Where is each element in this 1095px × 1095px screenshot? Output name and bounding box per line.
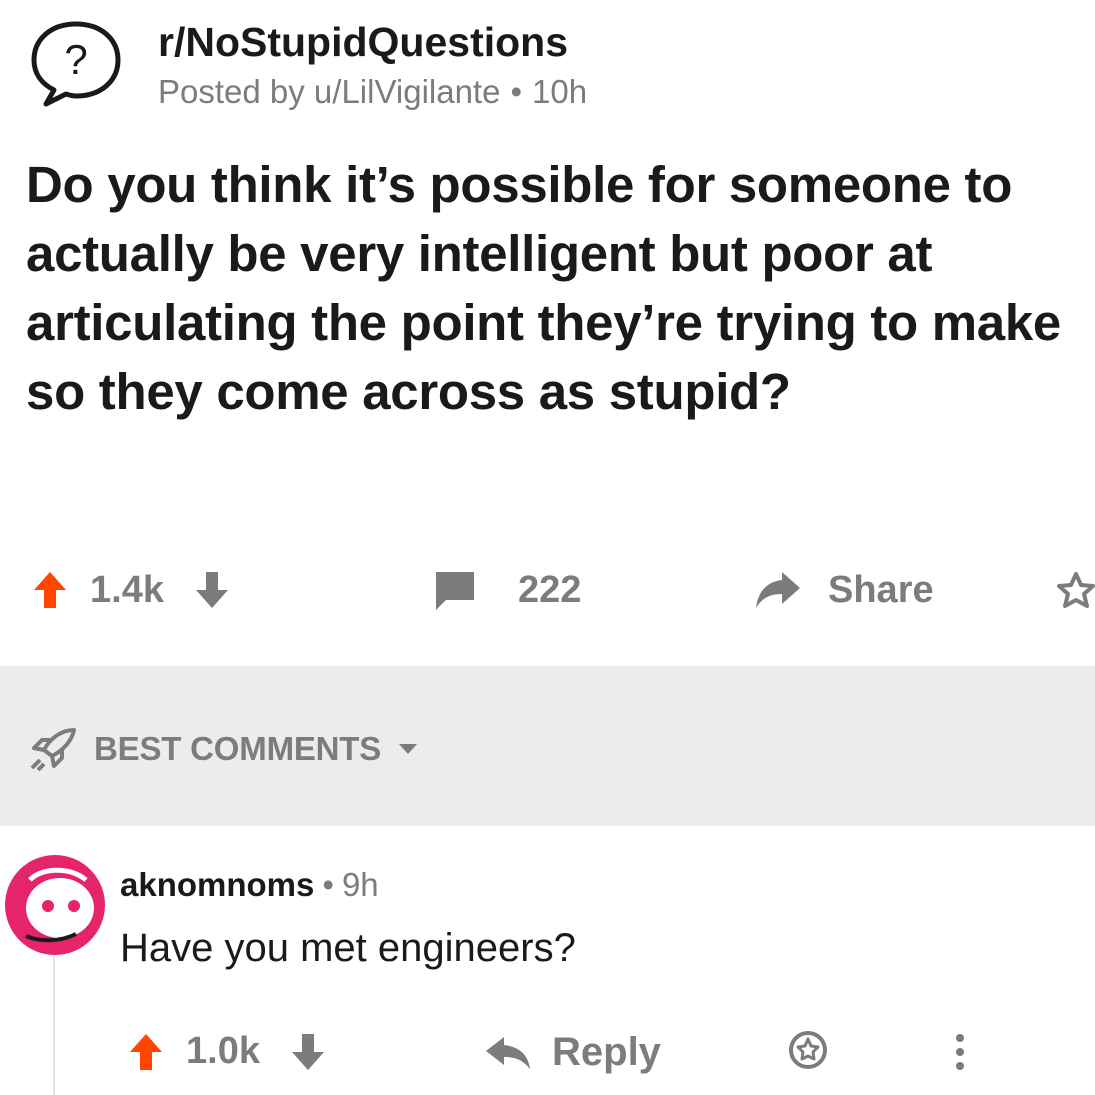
comment-count: 222 xyxy=(518,568,582,611)
post-vote-count: 1.4k xyxy=(90,568,164,611)
post-age: 10h xyxy=(532,73,588,110)
comment-age: 9h xyxy=(341,866,379,903)
meta-dot: • xyxy=(510,73,523,110)
subreddit-name[interactable]: r/NoStupidQuestions xyxy=(158,22,587,63)
comment-vote-count: 1.0k xyxy=(186,1030,260,1072)
avatar[interactable] xyxy=(0,850,110,960)
sort-label: BEST COMMENTS xyxy=(94,730,382,767)
question-bubble-icon[interactable]: ? xyxy=(26,18,126,108)
upvote-arrow-icon[interactable] xyxy=(32,570,68,610)
comment-sort-dropdown[interactable]: BEST COMMENTS xyxy=(28,726,419,772)
comment-vote-group: 1.0k xyxy=(128,1030,326,1073)
award-button[interactable] xyxy=(1056,570,1095,610)
comment-actions-bar: 1.0k Reply xyxy=(0,1022,1095,1082)
comment-body: Have you met engineers? xyxy=(120,926,576,970)
share-arrow-icon xyxy=(756,572,800,608)
caret-down-icon xyxy=(399,744,418,754)
rocket-icon xyxy=(30,728,76,772)
post-title[interactable]: Do you think it’s possible for someone t… xyxy=(26,150,1086,426)
comment: aknomnoms • 9h Have you met engineers? 1.0… xyxy=(0,826,1095,1095)
more-options-button[interactable] xyxy=(950,1030,970,1074)
svg-text:?: ? xyxy=(64,36,87,83)
comments-button[interactable]: 222 xyxy=(432,568,581,612)
downvote-arrow-icon[interactable] xyxy=(290,1032,326,1072)
reply-arrow-icon xyxy=(486,1036,530,1069)
downvote-arrow-icon[interactable] xyxy=(194,570,230,610)
posted-by[interactable]: Posted by u/LilVigilante xyxy=(158,73,500,110)
vote-group: 1.4k xyxy=(32,569,230,612)
comment-meta: aknomnoms • 9h xyxy=(120,866,379,904)
comment-author[interactable]: aknomnoms xyxy=(120,866,314,903)
post-meta: Posted by u/LilVigilante • 10h xyxy=(158,75,587,108)
reply-button[interactable]: Reply xyxy=(484,1030,661,1075)
comment-bubble-icon xyxy=(436,572,474,610)
reply-label: Reply xyxy=(552,1030,661,1074)
award-icon xyxy=(1057,572,1095,608)
post-actions-bar: 1.4k 222 Share xyxy=(0,560,1095,620)
share-button[interactable]: Share xyxy=(754,569,934,612)
comment-award-button[interactable] xyxy=(788,1030,828,1070)
post-header: ? r/NoStupidQuestions Posted by u/LilVig… xyxy=(26,18,587,108)
award-icon xyxy=(789,1031,827,1069)
more-vertical-icon xyxy=(956,1034,964,1070)
comment-meta-dot: • xyxy=(322,866,334,903)
share-label: Share xyxy=(828,568,934,611)
upvote-arrow-icon[interactable] xyxy=(128,1032,164,1072)
